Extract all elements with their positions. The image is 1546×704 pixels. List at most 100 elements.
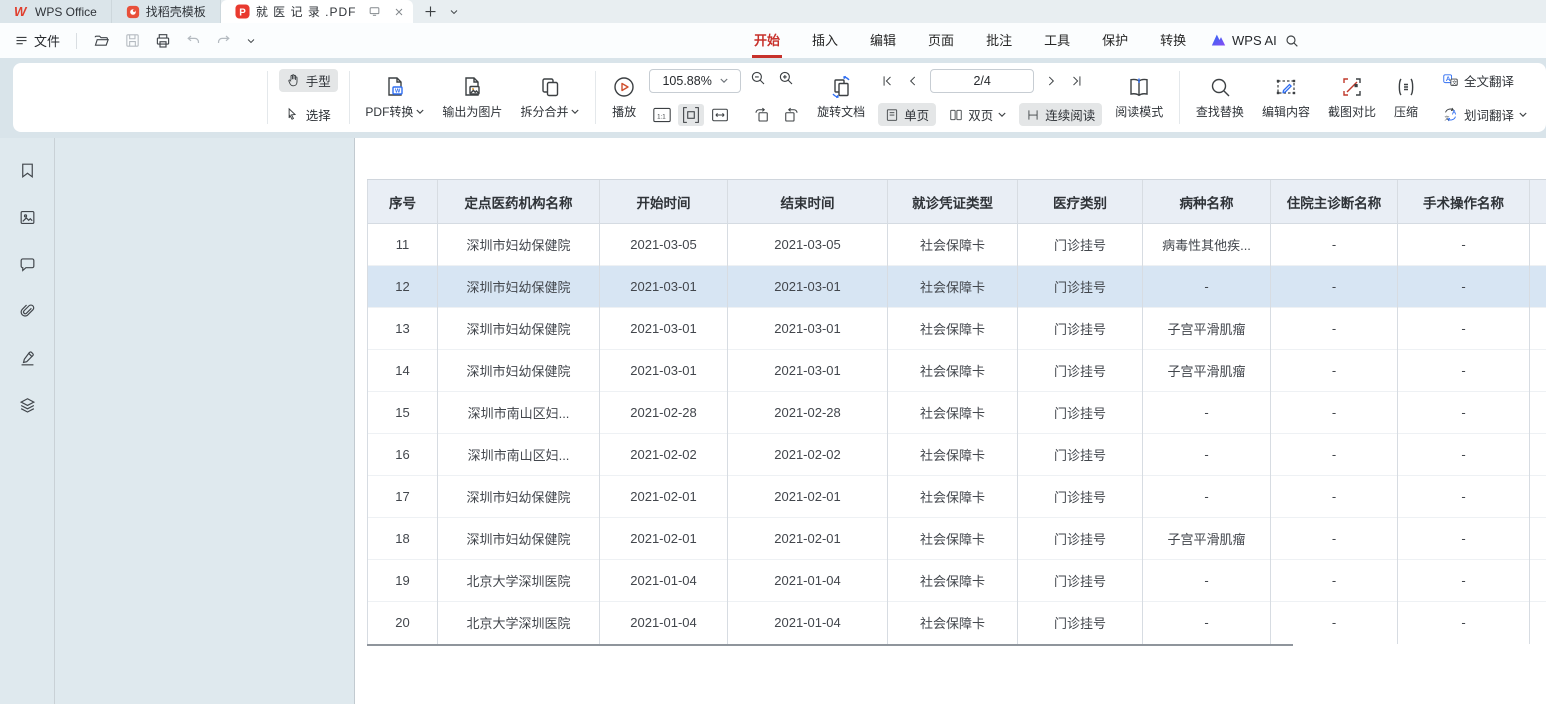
table-cell: 2021-03-05 — [728, 224, 888, 266]
chevron-down-icon — [571, 109, 579, 115]
wps-ai-label: WPS AI — [1232, 33, 1277, 48]
read-mode-icon — [1126, 75, 1152, 99]
play-label: 播放 — [612, 103, 636, 120]
menu-item-1[interactable]: 插入 — [796, 23, 854, 58]
table-row[interactable]: 14深圳市妇幼保健院2021-03-012021-03-01社会保障卡门诊挂号子… — [368, 350, 1546, 392]
bookmarks-panel-button[interactable] — [12, 156, 42, 184]
save-icon[interactable] — [124, 32, 141, 49]
table-cell: 社会保障卡 — [888, 434, 1018, 476]
table-cell: 深圳市妇幼保健院 — [438, 518, 600, 560]
pdf-convert-button[interactable]: W PDF转换 — [356, 68, 433, 127]
select-tool-button[interactable]: 选择 — [279, 103, 338, 126]
rotate-left-button[interactable] — [749, 104, 775, 126]
table-row[interactable]: 13深圳市妇幼保健院2021-03-012021-03-01社会保障卡门诊挂号子… — [368, 308, 1546, 350]
page-indicator-input[interactable]: 2/4 — [930, 69, 1034, 93]
menu-item-4[interactable]: 批注 — [970, 23, 1028, 58]
menu-item-0[interactable]: 开始 — [738, 23, 796, 58]
layers-panel-button[interactable] — [12, 391, 42, 419]
fulltext-translate-button[interactable]: A 文 全文翻译 — [1435, 69, 1534, 92]
table-cell: 社会保障卡 — [888, 350, 1018, 392]
next-page-button[interactable] — [1042, 70, 1060, 92]
table-cell: - — [1143, 434, 1271, 476]
tab-list-chevron-icon[interactable] — [448, 6, 460, 18]
table-cell: 2021-03-01 — [600, 308, 728, 350]
fulltext-translate-icon: A 文 — [1442, 72, 1459, 89]
quick-access-chevron-icon[interactable] — [245, 35, 257, 47]
table-cell: - — [1271, 392, 1398, 434]
table-row[interactable]: 17深圳市妇幼保健院2021-02-012021-02-01社会保障卡门诊挂号-… — [368, 476, 1546, 518]
fit-page-button[interactable] — [678, 104, 704, 126]
find-replace-button[interactable]: 查找替换 — [1187, 68, 1253, 127]
word-translate-button[interactable]: A 文 划词翻译 — [1435, 103, 1534, 126]
table-cell: - — [1398, 560, 1530, 602]
thumbnails-panel-button[interactable] — [12, 203, 42, 231]
print-icon[interactable] — [154, 32, 172, 50]
signature-panel-button[interactable] — [12, 344, 42, 372]
open-file-icon[interactable] — [93, 32, 111, 50]
table-row[interactable]: 12深圳市妇幼保健院2021-03-012021-03-01社会保障卡门诊挂号-… — [368, 266, 1546, 308]
separate-window-icon[interactable] — [368, 5, 381, 18]
first-page-button[interactable] — [878, 70, 896, 92]
table-cell: 深圳市妇幼保健院 — [438, 350, 600, 392]
read-mode-button[interactable]: 阅读模式 — [1106, 68, 1172, 127]
table-row[interactable]: 19北京大学深圳医院2021-01-042021-01-04社会保障卡门诊挂号-… — [368, 560, 1546, 602]
table-row[interactable]: 20北京大学深圳医院2021-01-042021-01-04社会保障卡门诊挂号-… — [368, 602, 1546, 644]
menu-item-5[interactable]: 工具 — [1028, 23, 1086, 58]
rotate-document-button[interactable]: 旋转文档 — [808, 68, 874, 127]
table-row[interactable]: 11深圳市妇幼保健院2021-03-052021-03-05社会保障卡门诊挂号病… — [368, 224, 1546, 266]
zoom-level-select[interactable]: 105.88% — [649, 69, 741, 93]
continuous-read-button[interactable]: 连续阅读 — [1019, 103, 1102, 126]
split-merge-button[interactable]: 拆分合并 — [511, 68, 588, 127]
table-header-row: 序号定点医药机构名称开始时间结束时间就诊凭证类型医疗类别病种名称住院主诊断名称手… — [368, 180, 1546, 224]
table-row[interactable]: 16深圳市南山区妇...2021-02-022021-02-02社会保障卡门诊挂… — [368, 434, 1546, 476]
edit-content-button[interactable]: 编辑内容 — [1253, 68, 1319, 127]
tab-wps-office[interactable]: W WPS Office — [0, 0, 112, 23]
prev-page-button[interactable] — [904, 70, 922, 92]
attachments-panel-button[interactable] — [12, 297, 42, 325]
undo-icon[interactable] — [185, 32, 202, 49]
actual-size-button[interactable]: 1:1 — [649, 104, 675, 126]
table-cell: 2021-02-28 — [728, 392, 888, 434]
document-page[interactable]: 序号定点医药机构名称开始时间结束时间就诊凭证类型医疗类别病种名称住院主诊断名称手… — [355, 138, 1546, 704]
compress-button[interactable]: 压缩 — [1385, 68, 1427, 127]
table-header-cell: 住院主诊断名称 — [1271, 180, 1398, 224]
zoom-out-icon[interactable] — [749, 69, 767, 87]
single-page-icon — [885, 108, 899, 122]
redo-icon[interactable] — [215, 32, 232, 49]
menu-item-7[interactable]: 转换 — [1144, 23, 1202, 58]
table-cell: 门诊挂号 — [1018, 602, 1143, 644]
table-cell: 18 — [368, 518, 438, 560]
tab-label: WPS Office — [35, 5, 97, 19]
zoom-in-icon[interactable] — [777, 69, 795, 87]
menu-search-button[interactable] — [1274, 33, 1310, 49]
close-tab-icon[interactable] — [393, 6, 405, 18]
table-cell-partial — [1530, 560, 1546, 602]
menu-item-6[interactable]: 保护 — [1086, 23, 1144, 58]
menu-item-3[interactable]: 页面 — [912, 23, 970, 58]
new-tab-icon[interactable] — [423, 4, 438, 19]
file-menu-button[interactable]: 文件 — [14, 31, 60, 50]
table-cell: 社会保障卡 — [888, 266, 1018, 308]
screenshot-compare-button[interactable]: 截图对比 — [1319, 68, 1385, 127]
zoom-value: 105.88% — [662, 74, 711, 88]
rotate-document-label: 旋转文档 — [817, 103, 865, 120]
hand-tool-button[interactable]: 手型 — [279, 69, 338, 92]
table-row[interactable]: 18深圳市妇幼保健院2021-02-012021-02-01社会保障卡门诊挂号子… — [368, 518, 1546, 560]
table-cell: 深圳市妇幼保健院 — [438, 476, 600, 518]
navigation-panel[interactable] — [55, 138, 355, 704]
double-page-button[interactable]: 双页 — [942, 103, 1013, 126]
menu-item-2[interactable]: 编辑 — [854, 23, 912, 58]
rotate-right-button[interactable] — [778, 104, 804, 126]
last-page-button[interactable] — [1068, 70, 1086, 92]
menu-items: 开始插入编辑页面批注工具保护转换 — [738, 23, 1202, 58]
export-image-button[interactable]: 输出为图片 — [433, 68, 511, 127]
tab-document-pdf[interactable]: P 就 医 记 录 .PDF — [221, 0, 414, 23]
table-cell-partial — [1530, 308, 1546, 350]
records-tbody: 11深圳市妇幼保健院2021-03-052021-03-05社会保障卡门诊挂号病… — [368, 224, 1546, 644]
comments-panel-button[interactable] — [12, 250, 42, 278]
fit-width-button[interactable] — [707, 104, 733, 126]
play-button[interactable]: 播放 — [603, 68, 645, 127]
tab-docer-templates[interactable]: 找稻壳模板 — [112, 0, 221, 23]
table-row[interactable]: 15深圳市南山区妇...2021-02-282021-02-28社会保障卡门诊挂… — [368, 392, 1546, 434]
single-page-button[interactable]: 单页 — [878, 103, 936, 126]
